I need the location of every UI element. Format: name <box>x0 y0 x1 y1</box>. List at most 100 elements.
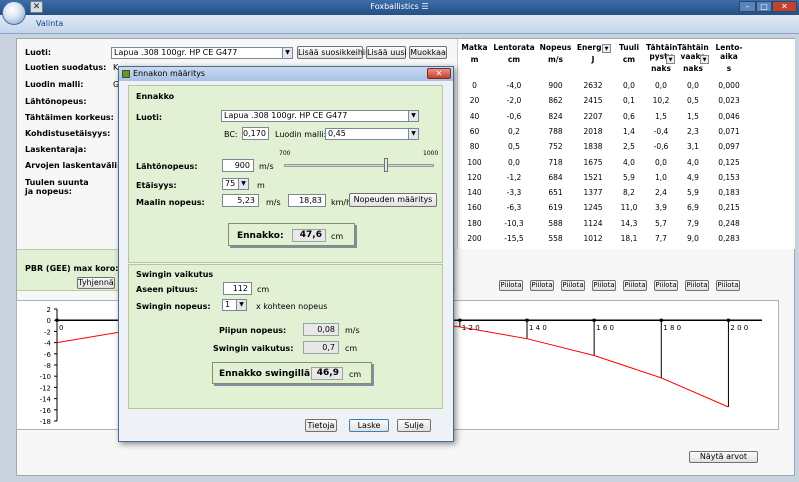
table-cell: 2,4 <box>655 188 667 198</box>
chevron-down-icon[interactable]: ▼ <box>666 55 675 64</box>
calculate-button[interactable]: Laske <box>349 419 389 432</box>
x-tick-label: 0 <box>59 324 63 332</box>
korkeus-label: Tähtäimen korkeus: <box>25 113 114 122</box>
dialog-close-button[interactable]: ✕ <box>427 68 451 79</box>
add-new-button[interactable]: Lisää uusi <box>366 46 407 59</box>
table-cell: 120 <box>467 172 482 182</box>
table-cell: 0 <box>472 81 477 90</box>
swing-speed-select[interactable]: 1 ▼ <box>222 299 247 311</box>
chevron-down-icon[interactable]: ▼ <box>700 55 709 64</box>
table-row: 60 0,2 788 2018 1,4 -0,4 2,3 0,071 <box>458 125 796 138</box>
table-cell: 1245 <box>583 203 603 213</box>
swingilla-unit: cm <box>349 370 362 379</box>
maali-kmh-input[interactable]: 18,83 <box>288 194 326 207</box>
table-cell: 0,0 <box>687 81 699 90</box>
close-dialog-button[interactable]: Sulje <box>397 419 431 432</box>
column-unit: cm <box>622 55 636 64</box>
close-window-button[interactable]: ✕ <box>772 1 797 12</box>
ennakko-group: Ennakko Luoti: Lapua .308 100gr. HP CE G… <box>128 85 443 263</box>
ribbon-tab-valinta[interactable]: Valinta <box>36 19 63 28</box>
tuuli-label-1: Tuulen suunta <box>25 178 89 187</box>
hide-column-button[interactable]: Piilota <box>561 280 585 291</box>
table-cell: 0,248 <box>718 218 740 228</box>
hide-column-button[interactable]: Piilota <box>499 280 523 291</box>
column-header: Matka m <box>458 43 491 64</box>
clear-button[interactable]: Tyhjennä <box>77 277 115 289</box>
close-x-icon[interactable]: ✕ <box>30 1 43 13</box>
hide-column-button[interactable]: Piilota <box>654 280 678 291</box>
column-unit: cm <box>507 55 521 64</box>
lahto-label: Lähtönopeus: <box>25 97 87 106</box>
table-cell: 0,283 <box>718 234 740 243</box>
etaisyys-select[interactable]: 75 ▼ <box>222 178 249 190</box>
hide-column-button[interactable]: Piilota <box>623 280 647 291</box>
ennakko-result-box: Ennakko: 47,6 cm <box>228 223 355 246</box>
maali-input[interactable]: 5,23 <box>222 194 259 207</box>
dialog-app-icon <box>122 70 130 78</box>
y-tick-label: -18 <box>40 418 51 426</box>
table-cell: 2,3 <box>687 126 699 136</box>
y-tick-label: -2 <box>44 328 51 336</box>
table-cell: 0,046 <box>718 111 740 121</box>
lahto-input[interactable]: 900 <box>222 159 254 172</box>
lahto-unit: m/s <box>259 162 274 171</box>
hide-column-button[interactable]: Piilota <box>716 280 740 291</box>
maximize-button[interactable]: □ <box>756 1 772 12</box>
hide-column-button[interactable]: Piilota <box>685 280 709 291</box>
table-cell: 900 <box>548 81 563 90</box>
table-cell: 2632 <box>583 81 603 90</box>
y-tick-label: -10 <box>40 373 51 381</box>
table-row: 180 -10,3 588 1124 14,3 5,7 7,9 0,248 <box>458 217 796 230</box>
edit-button[interactable]: Muokkaa <box>409 46 447 59</box>
kohdistus-label: Kohdistusetäisyys: <box>25 129 111 138</box>
table-cell: 3,1 <box>687 142 699 152</box>
y-tick-label: -12 <box>40 384 51 392</box>
column-title: Lentorata <box>493 43 535 52</box>
hide-column-button[interactable]: Piilota <box>530 280 554 291</box>
aseen-unit: cm <box>257 285 270 294</box>
arvojen-label: Arvojen laskentaväli: <box>25 161 121 170</box>
minimize-button[interactable]: – <box>739 1 756 12</box>
app-menu-orb-icon[interactable] <box>2 1 26 25</box>
ennakko-group-title: Ennakko <box>136 92 175 101</box>
hide-column-button[interactable]: Piilota <box>592 280 616 291</box>
dlg-malli-select[interactable]: 0,45 ▼ <box>325 128 419 140</box>
table-cell: 1124 <box>583 218 603 228</box>
table-cell: 7,9 <box>687 218 699 228</box>
dlg-luoti-select[interactable]: Lapua .308 100gr. HP CE G477 ▼ <box>221 110 419 122</box>
lahto-slider-thumb[interactable] <box>384 158 388 172</box>
info-button[interactable]: Tietoja <box>305 419 337 432</box>
ennakko-value: 47,6 <box>292 229 326 242</box>
table-cell: 1838 <box>583 142 603 152</box>
speed-definition-button[interactable]: Nopeuden määritys <box>349 193 437 207</box>
table-row: 200 -15,5 558 1012 18,1 7,7 9,0 0,283 <box>458 232 796 245</box>
table-cell: 0,097 <box>718 142 740 152</box>
column-header: Tähtäin pysty naks ▼ <box>646 43 677 73</box>
table-cell: 1,4 <box>623 126 635 136</box>
swing-speed-label: Swingin nopeus: <box>136 302 211 311</box>
chevron-down-icon: ▼ <box>408 111 418 121</box>
table-cell: 160 <box>467 203 482 213</box>
table-cell: 4,9 <box>687 172 699 182</box>
table-cell: 0,0 <box>623 81 635 90</box>
table-cell: 1377 <box>583 188 603 198</box>
show-values-button[interactable]: Näytä arvot <box>689 451 758 463</box>
x-tick-label: 1 8 0 <box>663 324 681 332</box>
luoti-select[interactable]: Lapua .308 100gr. HP CE G477 ▼ <box>111 47 293 59</box>
table-cell: 80 <box>469 142 480 152</box>
lahto-slider-track[interactable] <box>284 164 434 167</box>
table-row: 40 -0,6 824 2207 0,6 1,5 1,5 0,046 <box>458 110 796 123</box>
chevron-down-icon[interactable]: ▼ <box>602 44 611 53</box>
suodatus-label: Luotien suodatus: <box>25 63 107 72</box>
luoti-label: Luoti: <box>25 48 52 57</box>
table-cell: 0,183 <box>718 188 740 198</box>
bc-input[interactable]: 0,170 <box>242 127 269 140</box>
aseen-input[interactable]: 112 <box>223 282 252 295</box>
pbr-label: PBR (GEE) max koro: <box>25 264 119 273</box>
add-favorite-button[interactable]: Lisää suosikkeihin <box>297 46 370 59</box>
table-cell: 1,0 <box>655 172 667 182</box>
swing-group-title: Swingin vaikutus <box>136 270 214 279</box>
table-cell: 824 <box>548 111 563 121</box>
table-cell: 140 <box>467 188 482 198</box>
table-header: Matka m Lentorata cm Nopeus m/s Energia J ▼ Tuuli… <box>458 43 796 73</box>
